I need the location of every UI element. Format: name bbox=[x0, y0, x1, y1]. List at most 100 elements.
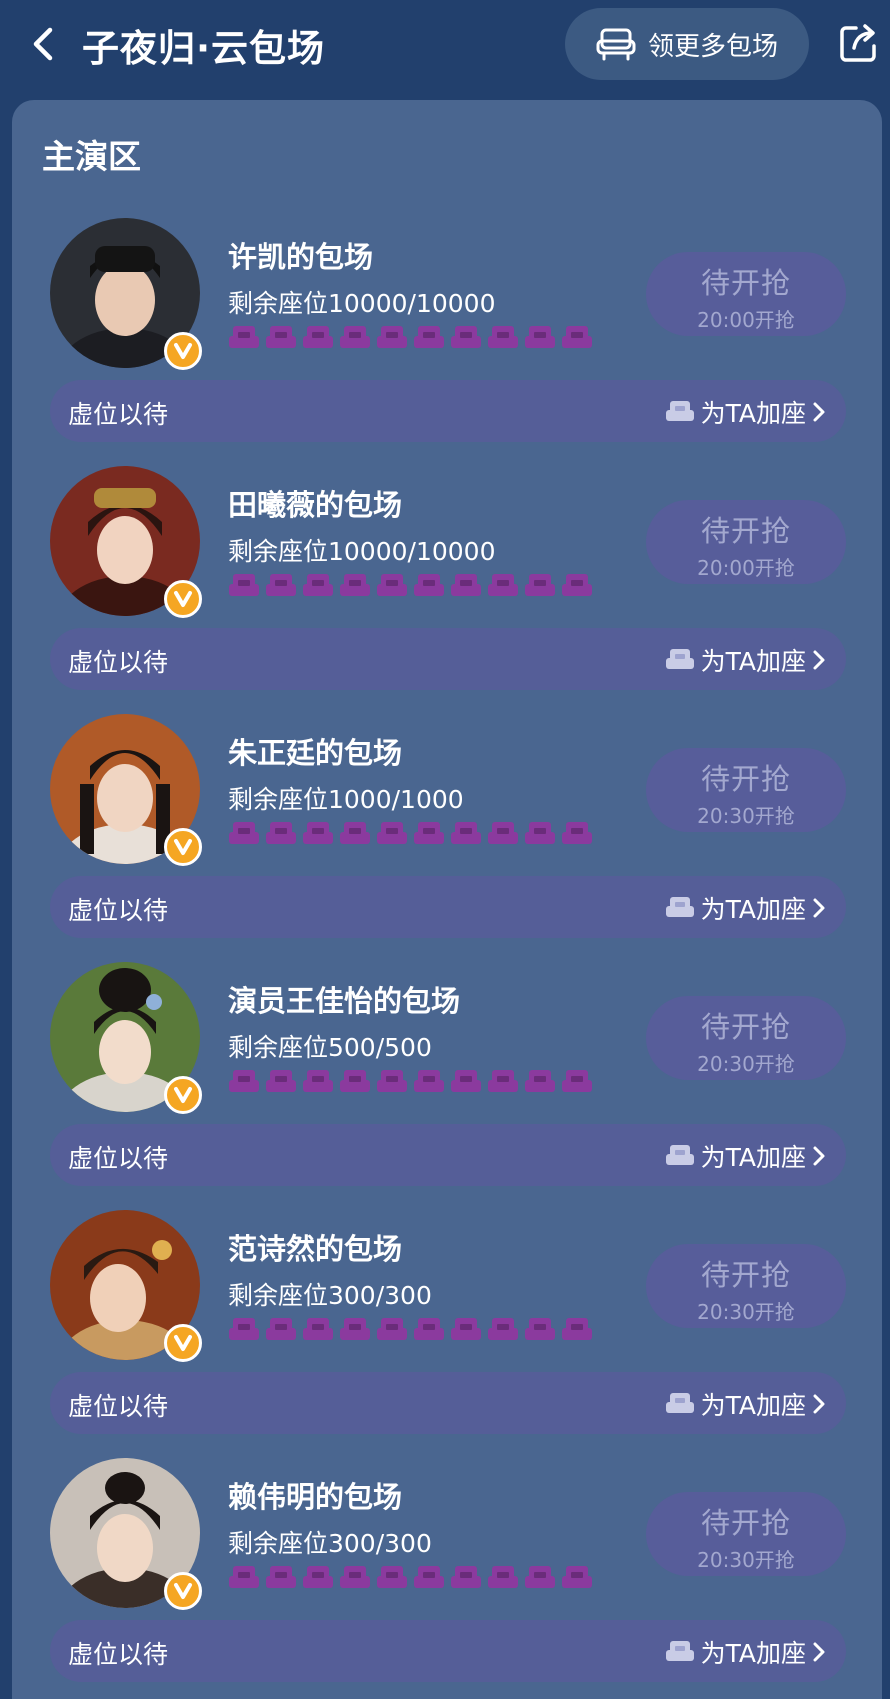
seat-icon bbox=[488, 1318, 518, 1340]
app-header: 子夜归·云包场 领更多包场 bbox=[0, 0, 890, 92]
grab-time: 20:30开抢 bbox=[697, 804, 795, 828]
seat-icon bbox=[303, 822, 333, 844]
seat-icon bbox=[414, 326, 444, 348]
seat-row bbox=[228, 1564, 593, 1592]
add-seat-bar[interactable]: 虚位以待 为TA加座 bbox=[50, 1620, 846, 1682]
screening-entry: 田曦薇的包场 剩余座位10000/10000 待开抢 20:00开抢 虚位以待 … bbox=[12, 466, 882, 706]
seat-icon bbox=[665, 897, 694, 917]
screening-title: 赖伟明的包场 bbox=[228, 1480, 403, 1514]
add-seat-label: 为TA加座 bbox=[700, 1639, 806, 1668]
seat-row bbox=[228, 572, 593, 600]
seat-icon bbox=[303, 1318, 333, 1340]
screening-title: 田曦薇的包场 bbox=[228, 488, 403, 522]
verified-badge-icon bbox=[164, 332, 202, 370]
grab-button[interactable]: 待开抢 20:30开抢 bbox=[646, 996, 846, 1080]
grab-button-label: 待开抢 bbox=[700, 1010, 791, 1044]
add-seat-label: 为TA加座 bbox=[700, 1391, 806, 1420]
seat-icon bbox=[525, 1566, 555, 1588]
page-title: 子夜归·云包场 bbox=[82, 27, 326, 70]
screening-title: 朱正廷的包场 bbox=[228, 736, 403, 770]
seat-icon bbox=[562, 822, 592, 844]
seat-icon bbox=[562, 1070, 592, 1092]
chevron-right-icon bbox=[813, 402, 825, 422]
verified-badge-icon bbox=[164, 1076, 202, 1114]
seat-icon bbox=[562, 574, 592, 596]
seat-icon bbox=[665, 401, 694, 421]
remaining-seats: 剩余座位300/300 bbox=[228, 1281, 432, 1310]
seat-icon bbox=[488, 822, 518, 844]
verified-badge-icon bbox=[164, 828, 202, 866]
grab-button[interactable]: 待开抢 20:30开抢 bbox=[646, 1492, 846, 1576]
add-seat-label: 为TA加座 bbox=[700, 399, 806, 428]
seat-icon bbox=[596, 28, 636, 61]
seat-icon bbox=[303, 574, 333, 596]
screening-entry: 许凯的包场 剩余座位10000/10000 待开抢 20:00开抢 虚位以待 为… bbox=[12, 218, 882, 458]
waiting-label: 虚位以待 bbox=[68, 896, 169, 925]
seat-icon bbox=[451, 1318, 481, 1340]
seat-icon bbox=[229, 326, 259, 348]
more-screenings-button[interactable]: 领更多包场 bbox=[565, 8, 809, 80]
grab-button[interactable]: 待开抢 20:00开抢 bbox=[646, 500, 846, 584]
add-seat-label: 为TA加座 bbox=[700, 1143, 806, 1172]
add-seat-label: 为TA加座 bbox=[700, 895, 806, 924]
waiting-label: 虚位以待 bbox=[68, 1392, 169, 1421]
add-seat-link[interactable]: 为TA加座 bbox=[665, 1386, 826, 1422]
seat-icon bbox=[229, 1070, 259, 1092]
seat-icon bbox=[229, 822, 259, 844]
screening-entry: 朱正廷的包场 剩余座位1000/1000 待开抢 20:30开抢 虚位以待 为T… bbox=[12, 714, 882, 954]
seat-icon bbox=[665, 649, 694, 669]
seat-icon bbox=[665, 1393, 694, 1413]
waiting-label: 虚位以待 bbox=[68, 648, 169, 677]
seat-icon bbox=[229, 574, 259, 596]
grab-time: 20:00开抢 bbox=[697, 556, 795, 580]
add-seat-bar[interactable]: 虚位以待 为TA加座 bbox=[50, 876, 846, 938]
add-seat-link[interactable]: 为TA加座 bbox=[665, 394, 826, 430]
seat-icon bbox=[414, 574, 444, 596]
remaining-seats: 剩余座位500/500 bbox=[228, 1033, 432, 1062]
seat-icon bbox=[451, 822, 481, 844]
seat-icon bbox=[266, 574, 296, 596]
add-seat-bar[interactable]: 虚位以待 为TA加座 bbox=[50, 1372, 846, 1434]
seat-icon bbox=[266, 1318, 296, 1340]
seat-icon bbox=[562, 1566, 592, 1588]
seat-icon bbox=[377, 326, 407, 348]
verified-badge-icon bbox=[164, 580, 202, 618]
grab-button-label: 待开抢 bbox=[700, 762, 791, 796]
grab-time: 20:00开抢 bbox=[697, 308, 795, 332]
seat-icon bbox=[525, 822, 555, 844]
add-seat-link[interactable]: 为TA加座 bbox=[665, 890, 826, 926]
grab-button[interactable]: 待开抢 20:30开抢 bbox=[646, 1244, 846, 1328]
add-seat-bar[interactable]: 虚位以待 为TA加座 bbox=[50, 1124, 846, 1186]
chevron-right-icon bbox=[813, 1642, 825, 1662]
share-icon[interactable] bbox=[838, 22, 880, 64]
seat-icon bbox=[377, 1318, 407, 1340]
remaining-seats: 剩余座位1000/1000 bbox=[228, 785, 464, 814]
grab-button[interactable]: 待开抢 20:30开抢 bbox=[646, 748, 846, 832]
seat-icon bbox=[414, 1566, 444, 1588]
seat-icon bbox=[303, 1070, 333, 1092]
seat-icon bbox=[303, 326, 333, 348]
grab-button[interactable]: 待开抢 20:00开抢 bbox=[646, 252, 846, 336]
add-seat-bar[interactable]: 虚位以待 为TA加座 bbox=[50, 380, 846, 442]
seat-icon bbox=[340, 822, 370, 844]
grab-button-label: 待开抢 bbox=[700, 266, 791, 300]
seat-icon bbox=[377, 1566, 407, 1588]
seat-icon bbox=[266, 1070, 296, 1092]
remaining-seats: 剩余座位300/300 bbox=[228, 1529, 432, 1558]
seat-icon bbox=[266, 822, 296, 844]
waiting-label: 虚位以待 bbox=[68, 1640, 169, 1669]
verified-badge-icon bbox=[164, 1324, 202, 1362]
seat-icon bbox=[229, 1318, 259, 1340]
grab-time: 20:30开抢 bbox=[697, 1548, 795, 1572]
seat-icon bbox=[340, 326, 370, 348]
seat-row bbox=[228, 820, 593, 848]
seat-icon bbox=[377, 822, 407, 844]
add-seat-link[interactable]: 为TA加座 bbox=[665, 1634, 826, 1670]
add-seat-link[interactable]: 为TA加座 bbox=[665, 642, 826, 678]
add-seat-link[interactable]: 为TA加座 bbox=[665, 1138, 826, 1174]
seat-icon bbox=[340, 1070, 370, 1092]
grab-button-label: 待开抢 bbox=[700, 1506, 791, 1540]
add-seat-bar[interactable]: 虚位以待 为TA加座 bbox=[50, 628, 846, 690]
chevron-left-icon[interactable] bbox=[28, 24, 58, 64]
grab-button-label: 待开抢 bbox=[700, 514, 791, 548]
